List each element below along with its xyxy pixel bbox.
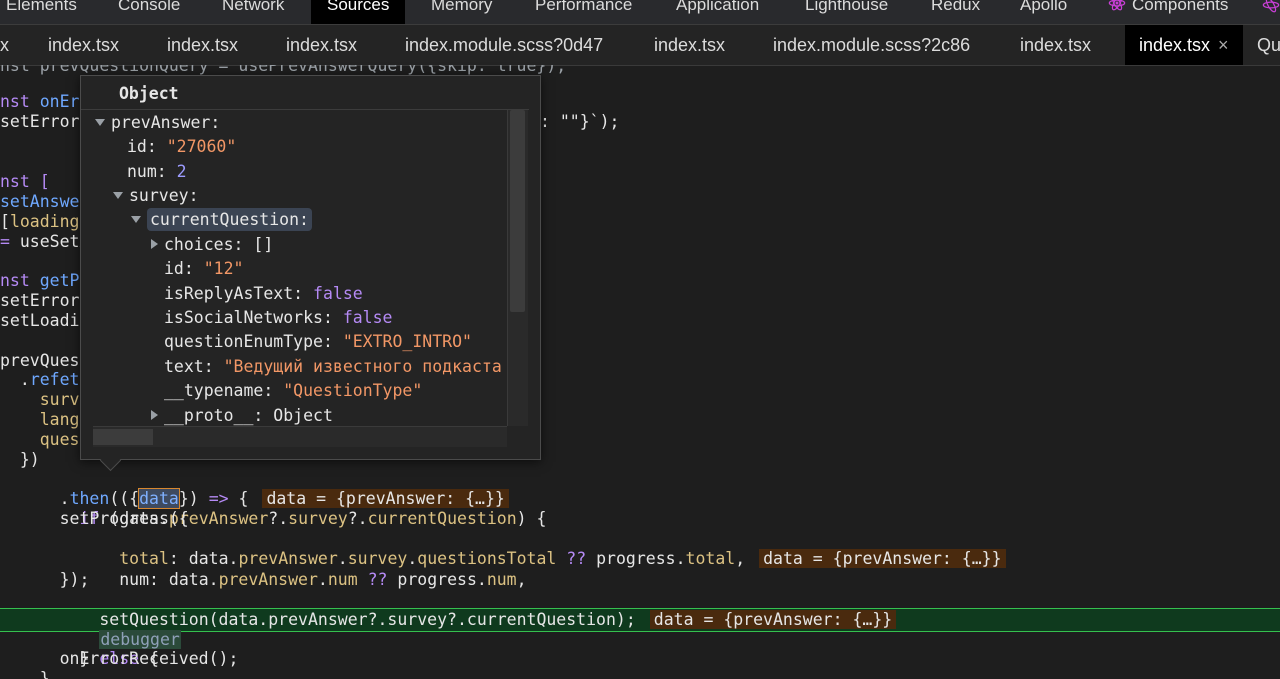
tab-redux[interactable]: Redux [931, 0, 980, 24]
code-line: num: data.prevAnswer.num ?? progress.num… [39, 570, 527, 589]
code-line: } else { [39, 649, 159, 668]
tree-node-survey[interactable]: survey: [113, 185, 199, 207]
file-tabs-bar: x index.tsx index.tsx index.tsx index.mo… [0, 25, 1280, 66]
tab-application[interactable]: Application [676, 0, 759, 24]
close-icon[interactable]: × [1218, 35, 1229, 55]
code-line: }); [0, 570, 90, 589]
code-line: quest [0, 430, 90, 449]
code-line: total: data.prevAnswer.survey.questionsT… [0, 529, 1006, 568]
react-icon [1108, 0, 1126, 12]
code-line: setAnswer [0, 192, 90, 211]
file-tab[interactable]: index.tsx [167, 25, 238, 65]
tree-leaf-num[interactable]: num: 2 [127, 161, 187, 183]
tab-performance[interactable]: Performance [535, 0, 632, 24]
file-tab[interactable]: index.module.scss?2c86 [773, 25, 970, 65]
inline-value: data = {prevAnswer: {…}} [649, 610, 897, 629]
code-line: .refetc [0, 370, 90, 389]
tree-leaf-text[interactable]: text: "Ведущий известного подкаста [164, 356, 502, 378]
extra-react-icon[interactable] [1262, 0, 1280, 14]
file-tab[interactable]: index.module.scss?0d47 [405, 25, 603, 65]
tree-leaf-id[interactable]: id: "27060" [127, 136, 236, 158]
tab-lighthouse[interactable]: Lighthouse [805, 0, 888, 24]
tab-components[interactable]: Components [1108, 0, 1228, 24]
file-tab[interactable]: index.tsx [1020, 25, 1091, 65]
tab-console[interactable]: Console [118, 0, 180, 24]
code-line: setLoadin [0, 311, 90, 330]
file-tab[interactable]: index.tsx [48, 25, 119, 65]
code-line: lang, [0, 410, 90, 429]
tab-apollo[interactable]: Apollo [1020, 0, 1067, 24]
object-tree[interactable]: prevAnswer: id: "27060" num: 2 survey: c… [81, 110, 507, 426]
code-line: setError( [0, 291, 90, 310]
scrollbar-thumb[interactable] [510, 110, 525, 312]
tree-leaf-isReplyAsText[interactable]: isReplyAsText: false [164, 283, 363, 305]
code-line: }) [0, 450, 40, 469]
code-line: nst [ [0, 172, 50, 191]
code-line: setProgress({ [0, 509, 189, 528]
collapsed-triangle-icon[interactable] [151, 239, 158, 249]
code-line: onErrorReceived(); [0, 649, 239, 668]
popover-title: Object [119, 84, 179, 103]
file-tab-partial[interactable]: Qu [1257, 25, 1280, 65]
tree-leaf-isSocialNetworks[interactable]: isSocialNetworks: false [164, 307, 392, 329]
expand-triangle-icon[interactable] [113, 192, 123, 199]
file-tab[interactable]: index.tsx [654, 25, 725, 65]
code-line: [loading: [0, 212, 90, 231]
code-line: .then(({data}) => {data = {prevAnswer: {… [0, 469, 509, 509]
code-line: setQuestion(data.prevAnswer?.survey?.cur… [0, 590, 897, 629]
tree-leaf-id[interactable]: id: "12" [164, 258, 244, 280]
file-tab-active[interactable]: index.tsx × [1125, 25, 1243, 65]
tab-network[interactable]: Network [222, 0, 284, 24]
code-line: debugger [0, 610, 181, 649]
tree-leaf-questionEnumType[interactable]: questionEnumType: "EXTRO_INTRO" [164, 331, 472, 353]
file-tab-label: index.tsx [1139, 35, 1211, 55]
vertical-scrollbar[interactable] [507, 110, 528, 426]
tree-node-prevAnswer[interactable]: prevAnswer: [95, 112, 220, 134]
code-line: } [0, 669, 50, 679]
expand-triangle-icon[interactable] [131, 216, 141, 223]
inline-value: data = {prevAnswer: {…}} [759, 549, 1006, 568]
code-line: prevQuest [0, 351, 90, 370]
devtools-panel-tabs: Elements Console Network Sources Memory … [0, 0, 1280, 25]
tree-node-proto[interactable]: __proto__: Object [151, 405, 333, 426]
tab-elements[interactable]: Elements [6, 0, 77, 24]
tree-leaf-typename[interactable]: __typename: "QuestionType" [164, 380, 422, 402]
tree-node-currentQuestion[interactable]: currentQuestion: [131, 208, 312, 231]
scrollbar-thumb[interactable] [93, 429, 153, 445]
code-line: surve [0, 390, 90, 409]
code-line: = useSetA [0, 232, 90, 251]
code-line: setError(: ""}`); [0, 112, 620, 131]
file-tab-partial[interactable]: x [0, 25, 9, 65]
tree-node-choices[interactable]: choices: [] [151, 234, 273, 256]
file-tab[interactable]: index.tsx [286, 25, 357, 65]
code-line: nst getPr [0, 271, 90, 290]
expand-triangle-icon[interactable] [95, 119, 105, 126]
code-line: nst onErr [0, 92, 90, 111]
collapsed-triangle-icon[interactable] [151, 410, 158, 420]
code-line: if (data.prevAnswer?.survey?.currentQues… [79, 509, 547, 528]
tab-memory[interactable]: Memory [431, 0, 492, 24]
object-preview-popover: Object prevAnswer: id: "27060" num: 2 su… [80, 75, 541, 472]
horizontal-scrollbar[interactable] [93, 426, 507, 447]
tab-components-label: Components [1132, 0, 1229, 14]
tab-sources[interactable]: Sources [311, 0, 406, 24]
